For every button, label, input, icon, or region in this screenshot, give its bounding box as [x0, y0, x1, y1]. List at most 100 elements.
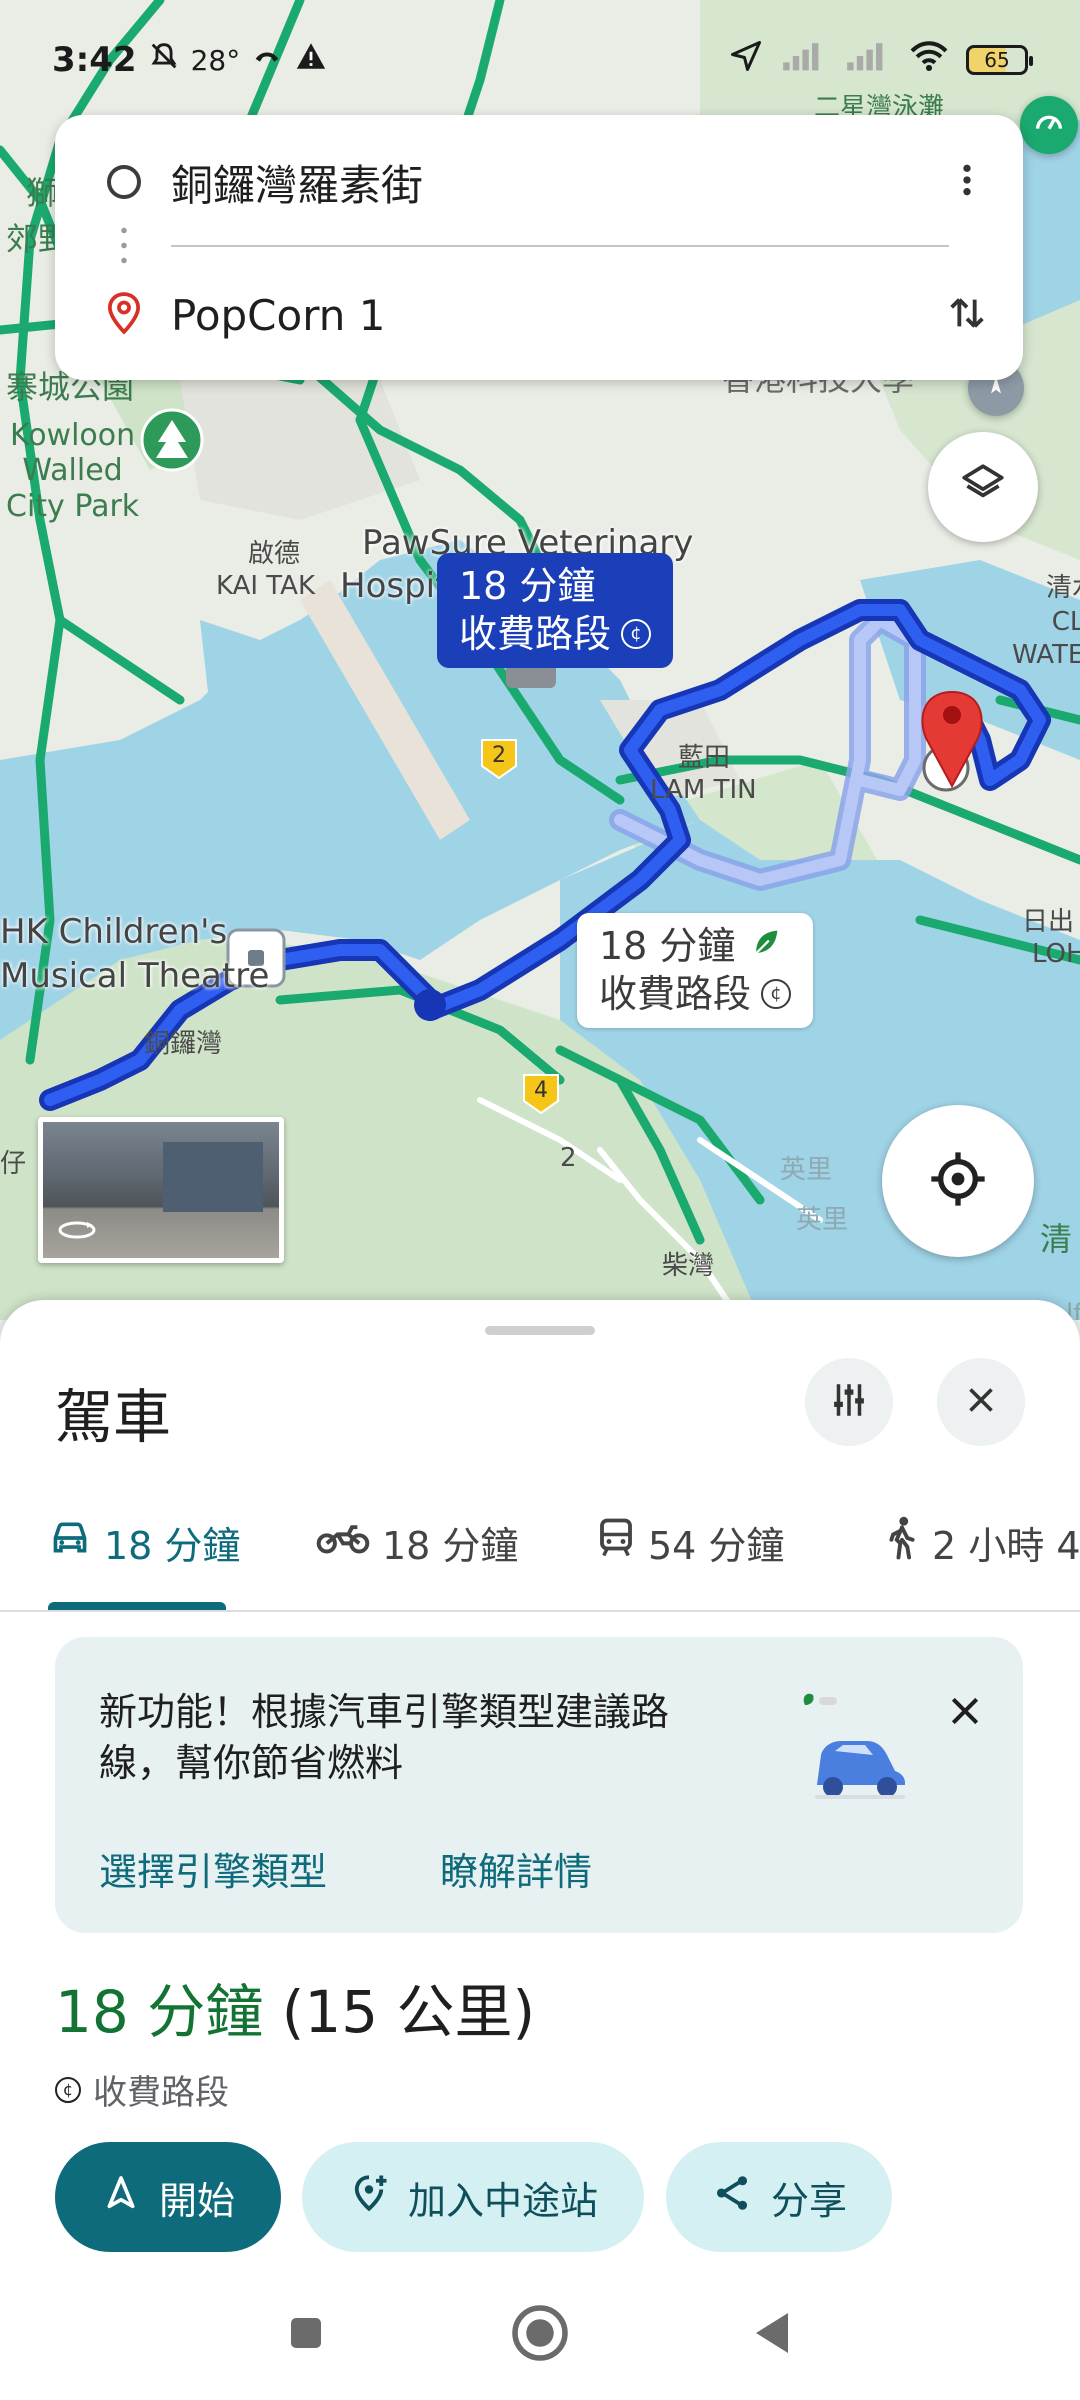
swap-button[interactable] [939, 287, 995, 343]
primary-route-note: 收費路段 [459, 611, 612, 656]
add-stop-label: 加入中途站 [407, 2178, 598, 2223]
transit-icon [596, 1517, 636, 1568]
home-button[interactable] [510, 2303, 570, 2367]
layers-icon [958, 460, 1008, 514]
map-label-road-2: 2 [560, 1143, 577, 1173]
map-label-clear-water: 清水 [1046, 573, 1080, 603]
battery-indicator: 65 [966, 45, 1033, 75]
tab-transit-label: 54 分鐘 [648, 1523, 785, 1568]
tab-driving[interactable]: 18 分鐘 [48, 1472, 241, 1610]
primary-route-badge[interactable]: 18 分鐘 收費路段 ¢ [437, 553, 674, 668]
origin-circle-icon [107, 165, 141, 199]
choose-engine-link[interactable]: 選擇引擎類型 [99, 1841, 327, 1896]
map-label-chai-wan: 柴灣 [662, 1251, 715, 1281]
route-connector-dots [121, 223, 127, 269]
signal-icon [780, 39, 828, 82]
destination-field[interactable]: PopCorn 1 [171, 291, 385, 340]
alt-route-note: 收費路段 [599, 971, 752, 1016]
map-label-causeway-bay: 銅鑼灣 [144, 1029, 223, 1059]
system-nav-bar [0, 2270, 1080, 2400]
origin-row[interactable]: 銅鑼灣羅素街 [55, 147, 1023, 217]
start-label: 開始 [158, 2178, 235, 2223]
recents-button[interactable] [286, 2313, 326, 2357]
destination-pin-icon [105, 291, 143, 339]
promo-close-button[interactable] [935, 1683, 995, 1743]
map-label-childrens-theatre: HK Children's Musical Theatre [0, 912, 270, 997]
map-label-lam-tin-en: LAM TIN [650, 775, 757, 805]
wifi-icon [908, 39, 950, 82]
warning-icon [294, 39, 328, 82]
tab-walking-label: 2 小時 4 [932, 1523, 1080, 1568]
engine-type-promo: 新功能！根據汽車引擎類型建議路線，幫你節省燃料 選擇引擎類型 瞭解詳情 [55, 1637, 1023, 1933]
close-icon [963, 1382, 999, 1422]
map-label-mile: 英里 [780, 1155, 833, 1185]
map-label-walled-city-park: Kowloon Walled City Park [6, 418, 140, 524]
map-label-lohas-en: LOHAS [1032, 939, 1080, 969]
tab-motorcycle-label: 18 分鐘 [382, 1523, 519, 1568]
toll-icon: ¢ [621, 619, 652, 650]
car-icon [48, 1518, 92, 1567]
location-arrow-icon [728, 38, 764, 83]
route-duration: 18 分鐘 [55, 1978, 264, 2046]
primary-route-time: 18 分鐘 [459, 564, 596, 608]
signal-icon-2 [844, 39, 892, 82]
learn-more-link[interactable]: 瞭解詳情 [440, 1841, 592, 1896]
layers-button[interactable] [928, 432, 1038, 542]
tab-walking[interactable]: 2 小時 4 [884, 1472, 1080, 1610]
tab-driving-label: 18 分鐘 [104, 1523, 241, 1568]
route-distance: (15 公里) [281, 1978, 536, 2046]
active-tab-indicator [48, 1602, 226, 1610]
map-label-shi: 獅 [26, 174, 59, 212]
map-label-tsai: 仔 [0, 1149, 27, 1179]
add-location-icon [348, 2172, 390, 2223]
walk-icon [884, 1515, 920, 1570]
highway-shield-2: 2 [492, 743, 506, 768]
toll-label: 收費路段 [93, 2073, 229, 2113]
tune-icon [828, 1379, 870, 1425]
mute-icon [147, 39, 181, 82]
field-divider [171, 245, 949, 247]
map-label-lam-tin-cn: 藍田 [678, 743, 731, 773]
map-label-lohas-cn: 日出 [1022, 907, 1075, 937]
map-view[interactable]: 2 寨城公園 Kowloon Walled City Park 啟德 KAI T… [0, 0, 1080, 1320]
toll-icon: ¢ [55, 2076, 81, 2103]
my-location-button[interactable] [882, 1105, 1034, 1257]
add-stop-button[interactable]: 加入中途站 [302, 2142, 644, 2252]
directions-sheet: 駕車 18 分鐘 18 分鐘 54 分鐘 2 小時 4 新功能！根據汽車引擎類型… [0, 1300, 1080, 2400]
back-button[interactable] [750, 2309, 794, 2361]
route-options-button[interactable] [805, 1358, 893, 1446]
battery-level: 65 [984, 48, 1010, 72]
tab-motorcycle[interactable]: 18 分鐘 [316, 1472, 519, 1610]
highway-shield-4: 4 [534, 1078, 548, 1103]
map-label-clear-water-en: CL WATE [1012, 607, 1080, 670]
motorcycle-icon [316, 1520, 370, 1565]
drag-handle[interactable] [485, 1326, 595, 1335]
street-view-thumbnail[interactable] [38, 1117, 284, 1263]
tab-transit[interactable]: 54 分鐘 [596, 1472, 785, 1610]
close-sheet-button[interactable] [937, 1358, 1025, 1446]
share-button[interactable]: 分享 [666, 2142, 892, 2252]
sheet-title: 駕車 [55, 1383, 172, 1451]
route-summary: 18 分鐘 (15 公里) [55, 1965, 535, 2049]
street-view-building [163, 1142, 263, 1212]
map-label-kai-tak-cn: 啟德 [248, 539, 301, 569]
travel-mode-tabs: 18 分鐘 18 分鐘 54 分鐘 2 小時 4 [0, 1472, 1080, 1612]
map-label-kai-tak-en: KAI TAK [216, 571, 316, 601]
eco-leaf-icon [749, 923, 783, 971]
share-icon [711, 2172, 753, 2223]
start-navigation-button[interactable]: 開始 [55, 2142, 281, 2252]
eco-car-illustration [755, 1685, 925, 1809]
origin-field[interactable]: 銅鑼灣羅素街 [171, 152, 423, 213]
status-bar: 3:42 28° 65 [0, 0, 1080, 120]
toll-info: ¢ 收費路段 [55, 2065, 229, 2114]
map-label-clear: 清 [1040, 1220, 1073, 1258]
promo-text: 新功能！根據汽車引擎類型建議路線，幫你節省燃料 [99, 1690, 670, 1786]
toll-icon: ¢ [761, 979, 792, 1010]
call-icon [250, 39, 284, 82]
alt-route-badge[interactable]: 18 分鐘 收費路段 ¢ [577, 913, 814, 1028]
alt-route-time: 18 分鐘 [599, 924, 736, 968]
status-time: 3:42 [52, 40, 137, 80]
destination-row[interactable]: PopCorn 1 [55, 280, 1023, 350]
more-options-button[interactable] [939, 154, 995, 210]
status-temperature: 28° [190, 43, 241, 77]
